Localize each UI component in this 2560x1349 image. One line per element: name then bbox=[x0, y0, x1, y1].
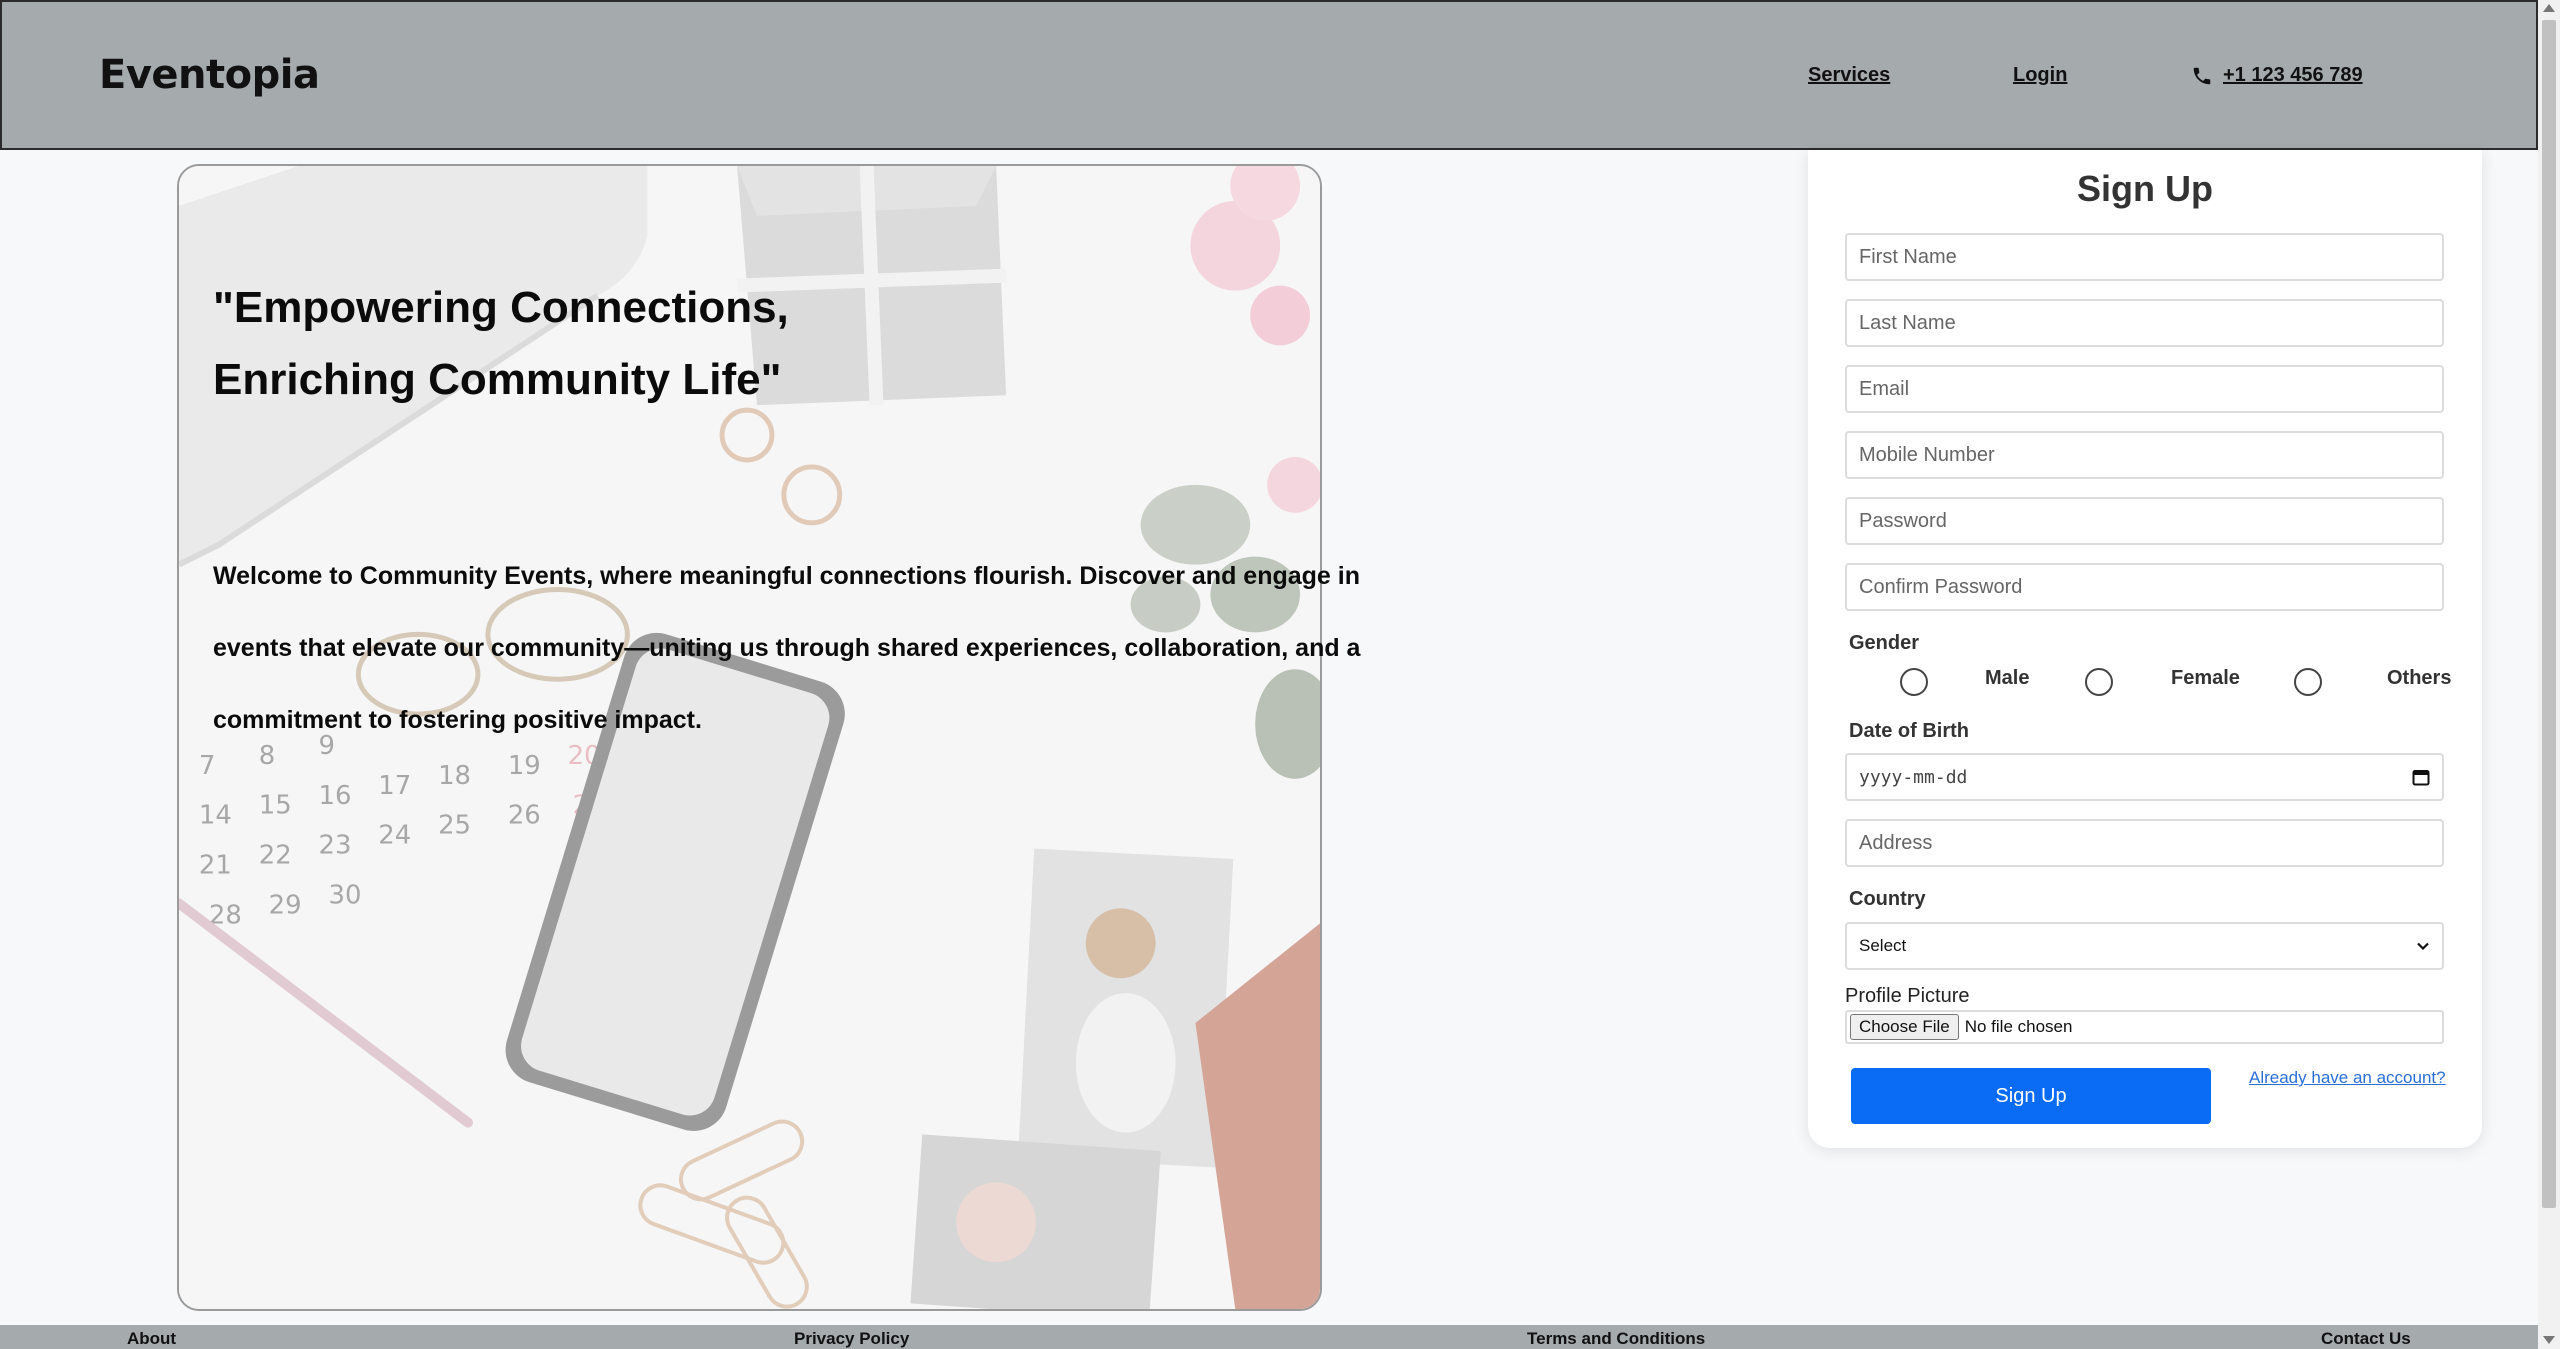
date-of-birth-field[interactable]: yyyy-mm-dd bbox=[1845, 753, 2444, 801]
gender-others-radio[interactable] bbox=[2294, 668, 2322, 696]
hero-title-line-2: Enriching Community Life" bbox=[213, 355, 782, 404]
site-header: Eventopia Services Login +1 123 456 789 bbox=[0, 0, 2538, 150]
footer-about-link[interactable]: About bbox=[127, 1329, 176, 1349]
gender-label: Gender bbox=[1849, 632, 1920, 654]
confirm-password-field[interactable]: Confirm Password bbox=[1845, 563, 2444, 611]
mobile-number-field[interactable]: Mobile Number bbox=[1845, 431, 2444, 479]
footer-contact-link[interactable]: Contact Us bbox=[2321, 1329, 2411, 1349]
phone-icon bbox=[2193, 67, 2211, 84]
footer-privacy-link[interactable]: Privacy Policy bbox=[794, 1329, 909, 1349]
address-field[interactable]: Address bbox=[1845, 819, 2444, 867]
choose-file-button[interactable]: Choose File bbox=[1850, 1014, 1959, 1040]
gender-male-radio[interactable] bbox=[1900, 668, 1928, 696]
last-name-field[interactable]: Last Name bbox=[1845, 299, 2444, 347]
profile-picture-label: Profile Picture bbox=[1845, 985, 1970, 1007]
scroll-down-arrow-icon[interactable] bbox=[2543, 1336, 2555, 1344]
brand-logo[interactable]: Eventopia bbox=[99, 52, 320, 98]
scroll-up-arrow-icon[interactable] bbox=[2543, 4, 2555, 12]
country-select[interactable]: Select bbox=[1845, 922, 2444, 970]
hero-title-line-1: "Empowering Connections, bbox=[213, 283, 789, 332]
nav-services-link[interactable]: Services bbox=[1808, 64, 1890, 87]
country-label: Country bbox=[1849, 888, 1926, 910]
signup-card: Sign Up First Name Last Name Email Mobil… bbox=[1808, 150, 2482, 1148]
footer-terms-link[interactable]: Terms and Conditions bbox=[1527, 1329, 1705, 1349]
password-field[interactable]: Password bbox=[1845, 497, 2444, 545]
gender-female-label: Female bbox=[2171, 667, 2240, 689]
site-footer: About Privacy Policy Terms and Condition… bbox=[0, 1325, 2538, 1349]
profile-picture-input[interactable]: Choose File No file chosen bbox=[1845, 1010, 2444, 1044]
page-scrollbar[interactable] bbox=[2538, 0, 2560, 1349]
nav-login-link[interactable]: Login bbox=[2013, 64, 2067, 87]
calendar-icon[interactable] bbox=[2412, 768, 2430, 786]
gender-others-label: Others bbox=[2387, 667, 2452, 689]
hero-description: Welcome to Community Events, where meani… bbox=[213, 562, 1361, 734]
gender-options: Male Female Others bbox=[1845, 662, 2451, 702]
scrollbar-thumb[interactable] bbox=[2542, 20, 2556, 1208]
email-field[interactable]: Email bbox=[1845, 365, 2444, 413]
hero-title: "Empowering Connections, Enriching Commu… bbox=[213, 272, 1113, 416]
chevron-down-icon bbox=[2417, 942, 2429, 951]
signup-title: Sign Up bbox=[2077, 168, 2213, 209]
dob-label: Date of Birth bbox=[1849, 720, 1969, 742]
file-status-text: No file chosen bbox=[1964, 1017, 2073, 1036]
signup-submit-button[interactable]: Sign Up bbox=[1851, 1068, 2211, 1124]
gender-male-label: Male bbox=[1985, 667, 2030, 689]
first-name-field[interactable]: First Name bbox=[1845, 233, 2444, 281]
gender-female-radio[interactable] bbox=[2085, 668, 2113, 696]
already-have-account-link[interactable]: Already have an account? bbox=[2249, 1068, 2446, 1088]
country-selected-value: Select bbox=[1859, 936, 1907, 955]
dob-placeholder: yyyy-mm-dd bbox=[1859, 766, 1968, 788]
phone-number: +1 123 456 789 bbox=[2223, 64, 2363, 86]
nav-phone-link[interactable]: +1 123 456 789 bbox=[2191, 64, 2363, 87]
